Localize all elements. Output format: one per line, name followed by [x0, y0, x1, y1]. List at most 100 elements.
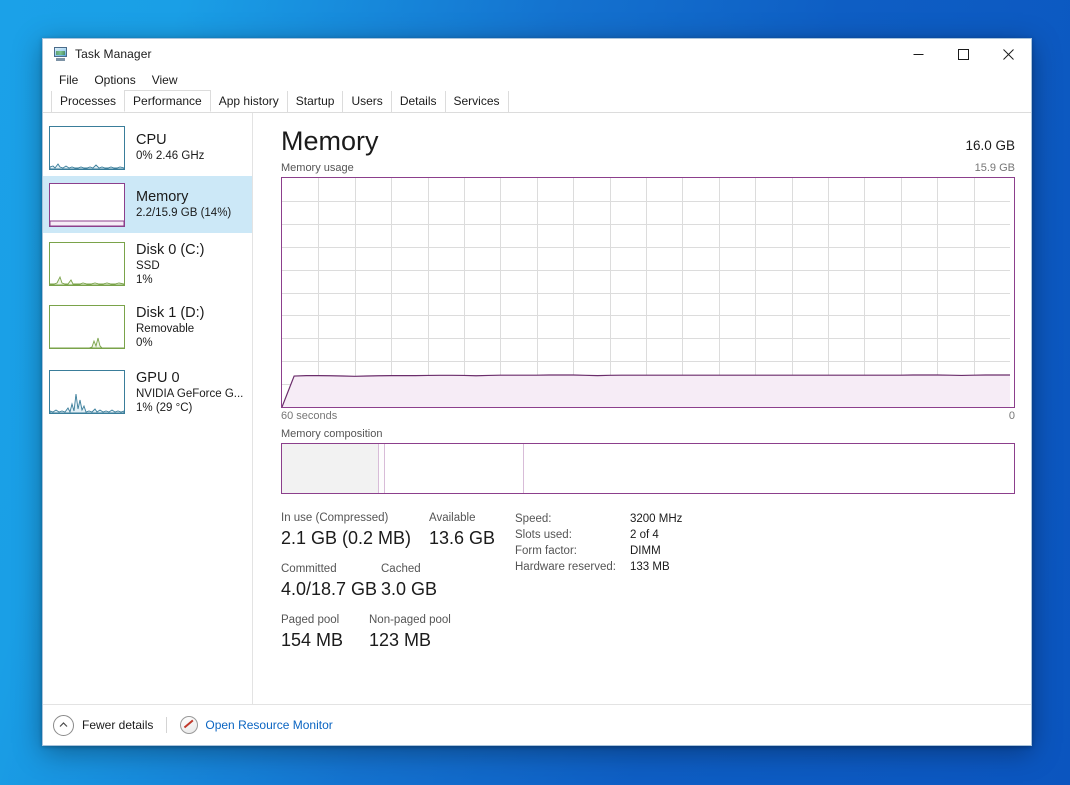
- axis-right-label: 0: [1008, 410, 1015, 422]
- memory-usage-plot: [282, 178, 1010, 407]
- task-manager-window: Task Manager File Options View Processes…: [42, 38, 1032, 746]
- disk0-text: Disk 0 (C:) SSD 1%: [136, 242, 204, 287]
- stat-paged-pool-value: 154 MB: [281, 630, 344, 650]
- window-title: Task Manager: [75, 47, 152, 61]
- status-bar: Fewer details Open Resource Monitor: [43, 704, 1031, 745]
- fewer-details-button[interactable]: Fewer details: [53, 714, 153, 736]
- graph-max-label: 15.9 GB: [974, 162, 1015, 174]
- stat-committed: Committed 4.0/18.7 GB: [281, 562, 381, 601]
- composition-segment-in-use[interactable]: [282, 444, 379, 493]
- hw-slots-value: 2 of 4: [630, 529, 659, 541]
- composition-label: Memory composition: [281, 428, 383, 440]
- sidebar-item-disk0[interactable]: Disk 0 (C:) SSD 1%: [43, 233, 252, 295]
- memory-usage-graph: [281, 177, 1015, 408]
- close-button[interactable]: [986, 40, 1031, 69]
- stat-row-2: Committed 4.0/18.7 GB Cached 3.0 GB: [281, 562, 509, 601]
- stats-left-column: In use (Compressed) 2.1 GB (0.2 MB) Avai…: [281, 511, 509, 664]
- tab-app-history[interactable]: App history: [209, 91, 288, 112]
- memory-name: Memory: [136, 189, 189, 205]
- tab-performance[interactable]: Performance: [124, 90, 211, 112]
- tab-startup[interactable]: Startup: [286, 91, 344, 112]
- tab-strip: Processes Performance App history Startu…: [43, 90, 1031, 113]
- memory-panel: Memory 16.0 GB Memory usage 15.9 GB 60 s…: [253, 113, 1031, 704]
- memory-stats: In use (Compressed) 2.1 GB (0.2 MB) Avai…: [281, 511, 1015, 664]
- minimize-button[interactable]: [896, 40, 941, 69]
- gpu0-name: GPU 0: [136, 369, 180, 386]
- composition-segment-standby[interactable]: [385, 444, 524, 493]
- stat-cached: Cached 3.0 GB: [381, 562, 437, 601]
- cpu-mini-graph: [49, 125, 125, 170]
- tab-details[interactable]: Details: [390, 91, 446, 112]
- hw-row-speed: Speed: 3200 MHz: [515, 513, 682, 525]
- stat-row-3: Paged pool 154 MB Non-paged pool 123 MB: [281, 613, 509, 652]
- gpu0-line2: 1% (29 °C): [136, 401, 193, 414]
- stat-paged-pool: Paged pool 154 MB: [281, 613, 369, 652]
- memory-header: Memory 16.0 GB: [281, 125, 1015, 157]
- task-manager-icon: [52, 46, 68, 62]
- stat-paged-pool-label: Paged pool: [281, 614, 340, 626]
- tab-users[interactable]: Users: [342, 91, 392, 112]
- chevron-up-icon: [53, 714, 74, 736]
- graph-label: Memory usage: [281, 162, 354, 174]
- hw-row-slots: Slots used: 2 of 4: [515, 529, 682, 541]
- resource-sidebar: CPU 0% 2.46 GHz Memory 2.2/15.9 GB (14%): [43, 113, 253, 704]
- disk0-name: Disk 0 (C:): [136, 241, 205, 258]
- tab-processes[interactable]: Processes: [51, 91, 126, 112]
- hw-hardware-reserved-key: Hardware reserved:: [515, 561, 616, 573]
- sidebar-item-disk1[interactable]: Disk 1 (D:) Removable 0%: [43, 295, 252, 359]
- tab-services[interactable]: Services: [444, 91, 509, 112]
- gpu0-mini-graph: [49, 370, 125, 414]
- content-area: CPU 0% 2.46 GHz Memory 2.2/15.9 GB (14%): [43, 113, 1031, 704]
- menu-bar: File Options View: [43, 69, 1031, 91]
- disk0-mini-graph: [49, 242, 125, 286]
- resource-monitor-icon: [180, 716, 199, 734]
- composition-segment-free[interactable]: [523, 444, 1014, 493]
- maximize-button[interactable]: [941, 40, 986, 69]
- memory-text: Memory 2.2/15.9 GB (14%): [136, 189, 231, 220]
- open-resource-monitor-link[interactable]: Open Resource Monitor: [180, 716, 333, 734]
- disk1-line2: 0%: [136, 336, 153, 349]
- stat-cached-label: Cached: [381, 563, 421, 575]
- gpu0-line1: NVIDIA GeForce G...: [136, 387, 244, 400]
- memory-mini-graph: [49, 182, 125, 227]
- menu-file[interactable]: File: [52, 71, 86, 89]
- title-bar[interactable]: Task Manager: [43, 39, 1031, 69]
- footer-divider: [166, 717, 168, 733]
- stat-non-paged-pool: Non-paged pool 123 MB: [369, 613, 451, 652]
- hw-hardware-reserved-value: 133 MB: [630, 561, 670, 573]
- hw-speed-value: 3200 MHz: [630, 513, 683, 525]
- stat-row-1: In use (Compressed) 2.1 GB (0.2 MB) Avai…: [281, 511, 509, 550]
- stat-in-use-label: In use (Compressed): [281, 512, 389, 524]
- page-title: Memory: [281, 126, 379, 156]
- memory-composition-bar[interactable]: [281, 443, 1015, 494]
- hw-speed-key: Speed:: [515, 513, 552, 525]
- stat-available: Available 13.6 GB: [429, 511, 495, 550]
- graph-caption-row: Memory usage 15.9 GB: [281, 162, 1015, 174]
- stat-committed-label: Committed: [281, 563, 337, 575]
- hw-slots-key: Slots used:: [515, 529, 572, 541]
- disk1-line1: Removable: [136, 322, 195, 335]
- stat-available-value: 13.6 GB: [429, 528, 496, 548]
- axis-left-label: 60 seconds: [281, 410, 338, 422]
- disk0-line1: SSD: [136, 259, 160, 272]
- composition-segment-modified[interactable]: [378, 444, 386, 493]
- maximize-icon: [958, 48, 969, 60]
- cpu-name: CPU: [136, 132, 167, 148]
- minimize-icon: [913, 53, 924, 55]
- memory-total: 16.0 GB: [965, 138, 1015, 153]
- menu-view[interactable]: View: [145, 71, 186, 89]
- sidebar-item-memory[interactable]: Memory 2.2/15.9 GB (14%): [43, 176, 252, 233]
- sidebar-item-cpu[interactable]: CPU 0% 2.46 GHz: [43, 119, 252, 176]
- stat-cached-value: 3.0 GB: [381, 579, 438, 599]
- hardware-info: Speed: 3200 MHz Slots used: 2 of 4 Form …: [515, 511, 682, 664]
- disk1-name: Disk 1 (D:): [136, 304, 205, 321]
- stat-in-use-value: 2.1 GB (0.2 MB): [281, 528, 412, 548]
- sidebar-item-gpu0[interactable]: GPU 0 NVIDIA GeForce G... 1% (29 °C): [43, 359, 252, 425]
- cpu-line1: 0% 2.46 GHz: [136, 150, 205, 162]
- hw-row-form-factor: Form factor: DIMM: [515, 545, 682, 557]
- menu-options[interactable]: Options: [87, 71, 143, 89]
- gpu0-text: GPU 0 NVIDIA GeForce G... 1% (29 °C): [136, 370, 243, 415]
- graph-axis-row: 60 seconds 0: [281, 410, 1015, 422]
- stat-non-paged-pool-label: Non-paged pool: [369, 614, 451, 626]
- hw-form-factor-key: Form factor:: [515, 545, 577, 557]
